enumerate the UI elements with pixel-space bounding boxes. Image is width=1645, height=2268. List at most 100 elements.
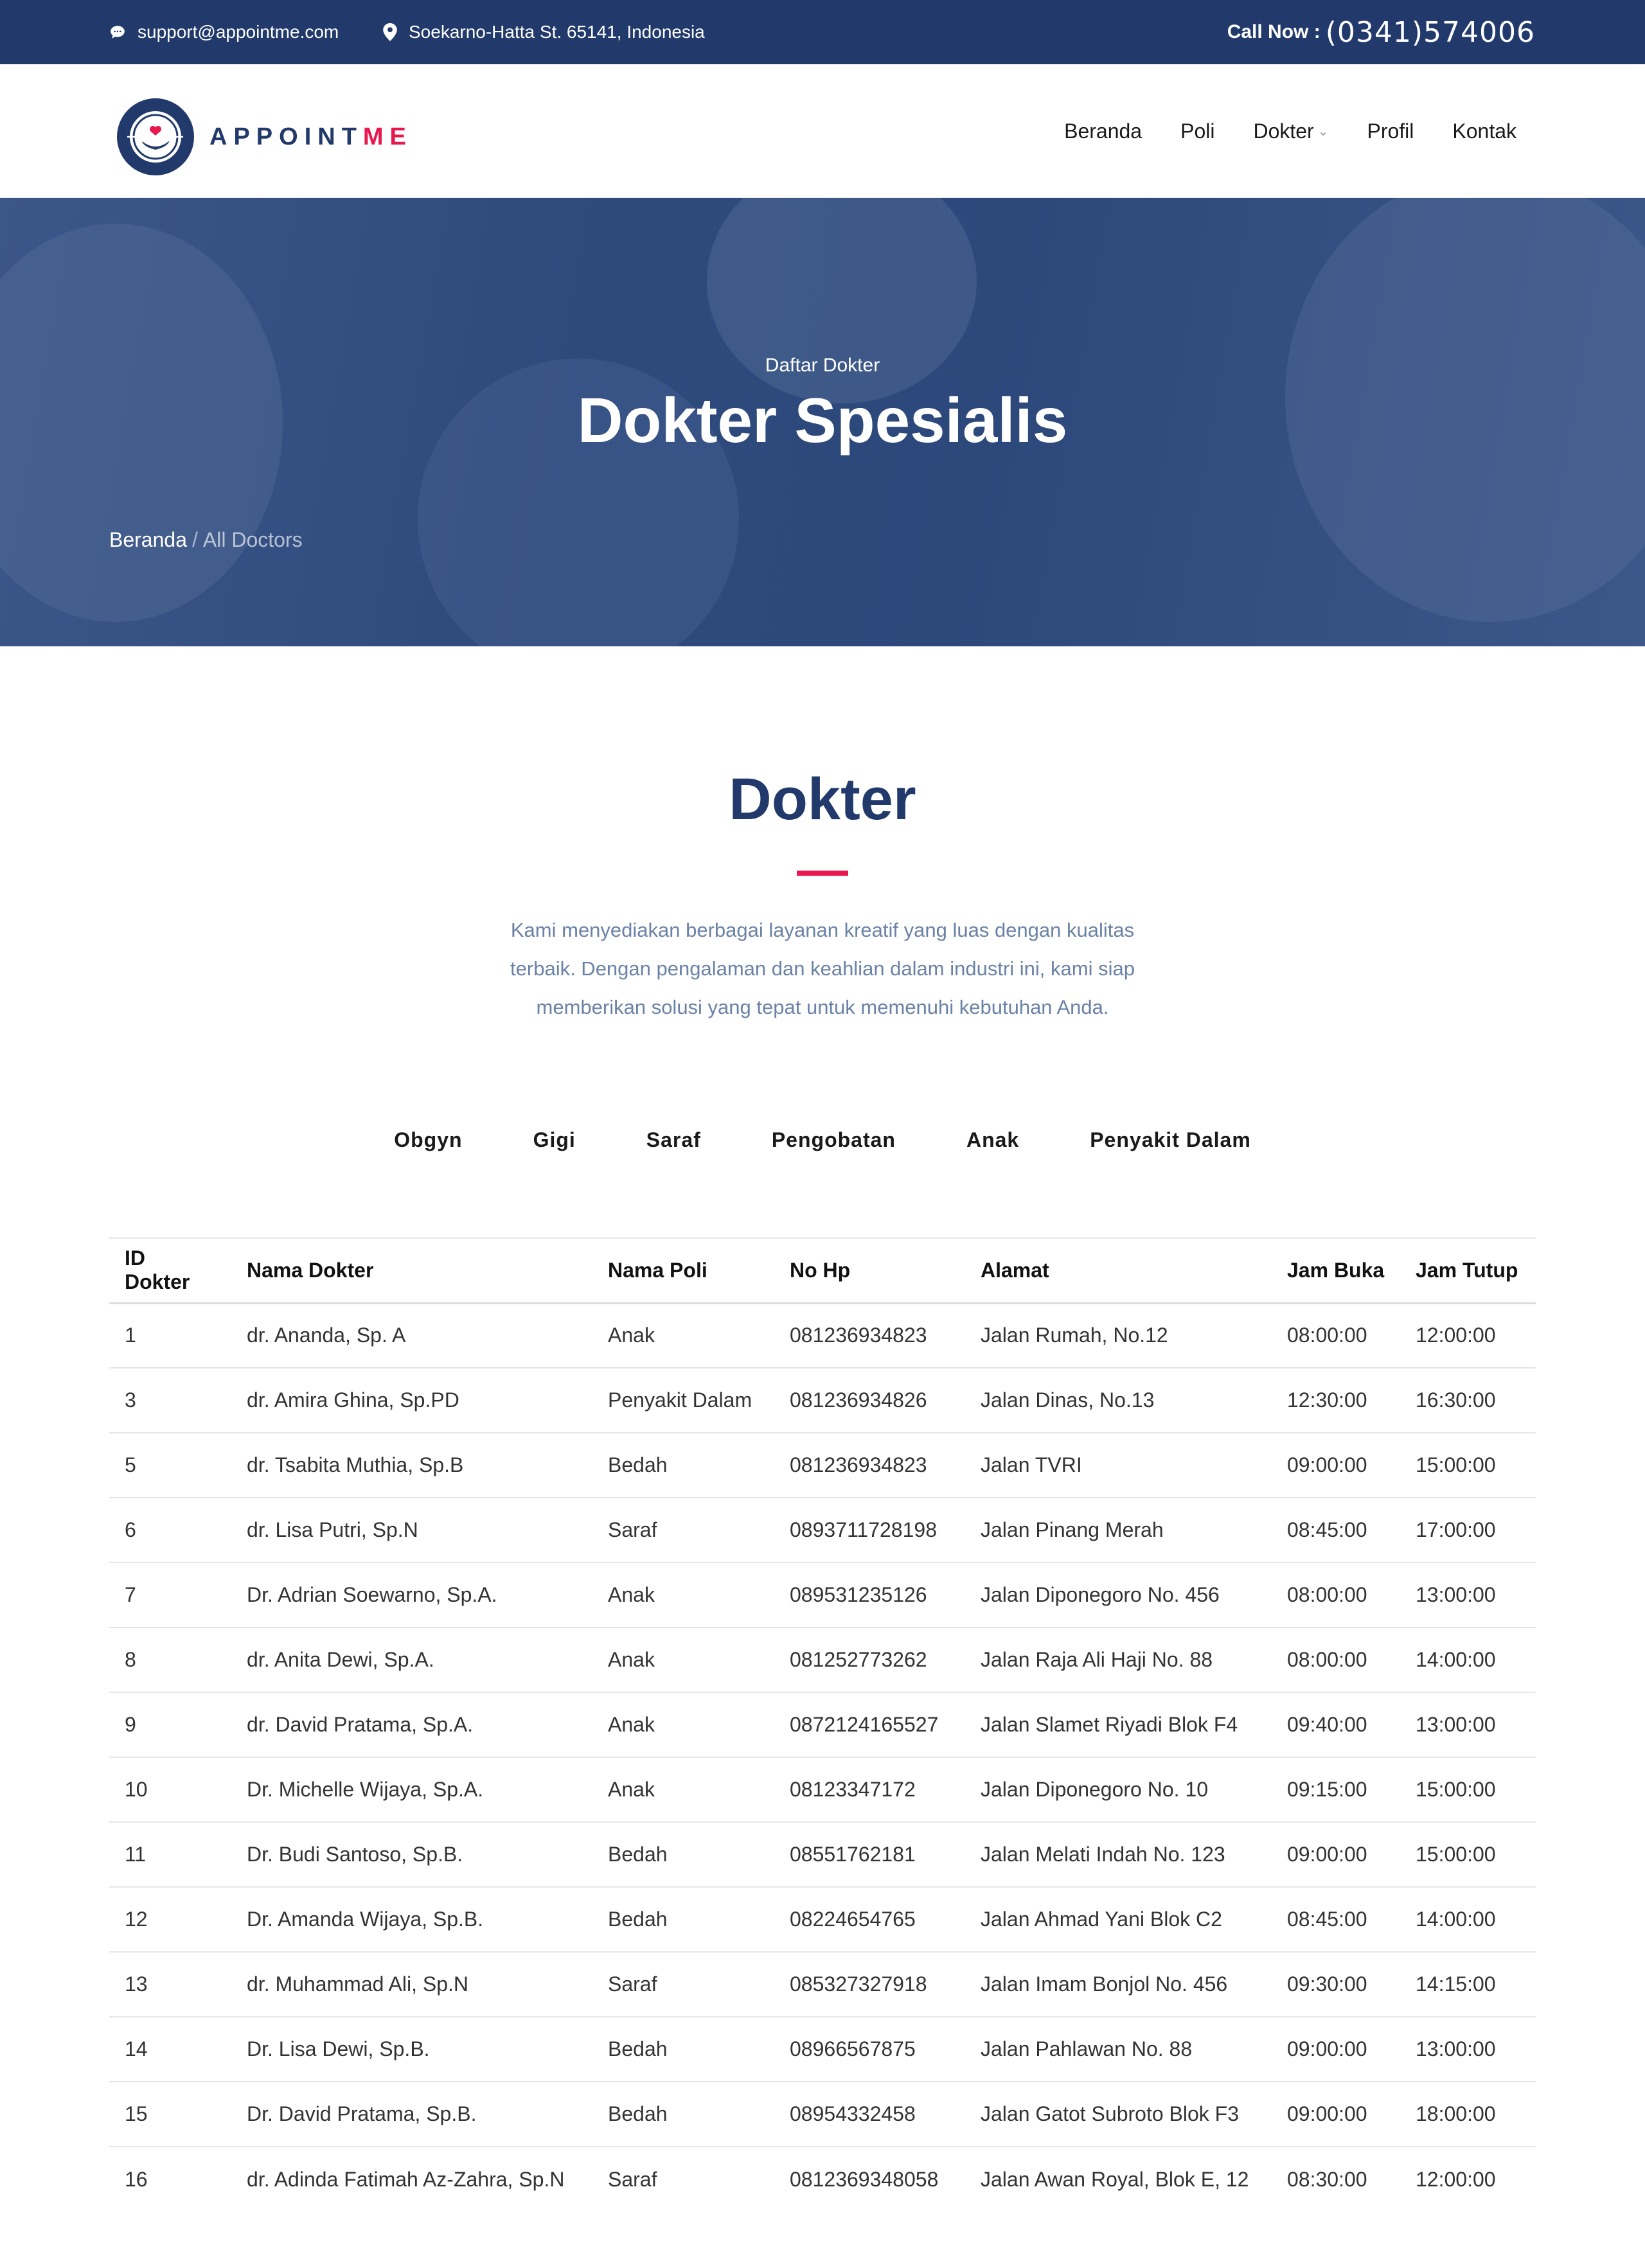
table-cell: 081236934823	[774, 1302, 965, 1368]
table-cell: Jalan Imam Bonjol No. 456	[965, 1951, 1272, 2017]
table-cell: 14:00:00	[1400, 1886, 1536, 1952]
nav-beranda[interactable]: Beranda	[1064, 120, 1142, 143]
table-cell: Jalan Diponegoro No. 10	[965, 1757, 1272, 1822]
table-cell: dr. David Pratama, Sp.A.	[231, 1692, 592, 1757]
table-cell: 08:00:00	[1272, 1627, 1400, 1692]
filter-saraf[interactable]: Saraf	[646, 1128, 701, 1152]
filter-obgyn[interactable]: Obgyn	[394, 1128, 462, 1152]
breadcrumb-home[interactable]: Beranda	[109, 528, 187, 551]
table-cell: 5	[109, 1432, 231, 1498]
table-cell: dr. Amira Ghina, Sp.PD	[231, 1367, 592, 1433]
table-cell: 0812369348058	[774, 2146, 965, 2211]
table-cell: dr. Muhammad Ali, Sp.N	[231, 1951, 592, 2017]
table-cell: 15:00:00	[1400, 1432, 1536, 1498]
table-cell: 13:00:00	[1400, 2016, 1536, 2082]
header-row: ID Dokter Nama Dokter Nama Poli No Hp Al…	[109, 1237, 1536, 1304]
table-cell: 09:00:00	[1272, 2016, 1400, 2082]
table-cell: 12:00:00	[1400, 2146, 1536, 2211]
table-cell: Anak	[592, 1562, 774, 1627]
table-cell: Jalan Gatot Subroto Blok F3	[965, 2081, 1272, 2147]
table-cell: Penyakit Dalam	[592, 1367, 774, 1433]
email-contact[interactable]: support@appointme.com	[109, 0, 339, 64]
table-cell: Jalan Rumah, No.12	[965, 1302, 1272, 1368]
table-cell: dr. Lisa Putri, Sp.N	[231, 1497, 592, 1563]
table-cell: 0872124165527	[774, 1692, 965, 1757]
table-cell: 15	[109, 2081, 231, 2147]
table-cell: 14:15:00	[1400, 1951, 1536, 2017]
table-cell: 16:30:00	[1400, 1367, 1536, 1433]
table-row: 7 Dr. Adrian Soewarno, Sp.A. Anak 089531235…	[109, 1562, 1536, 1627]
table-cell: 14	[109, 2016, 231, 2082]
call-number[interactable]: (0341)574006	[1326, 16, 1535, 49]
table-row: 1 dr. Ananda, Sp. A Anak 081236934823 Jalan …	[109, 1302, 1536, 1368]
site-logo[interactable]: APPOINTME	[116, 97, 413, 177]
table-cell: Jalan Raja Ali Haji No. 88	[965, 1627, 1272, 1692]
table-cell: 09:30:00	[1272, 1951, 1400, 2017]
title-underline	[797, 871, 848, 876]
filter-pengobatan[interactable]: Pengobatan	[772, 1128, 896, 1152]
filter-gigi[interactable]: Gigi	[533, 1128, 576, 1152]
table-cell: Saraf	[592, 2146, 774, 2211]
table-cell: dr. Tsabita Muthia, Sp.B	[231, 1432, 592, 1498]
table-cell: Dr. David Pratama, Sp.B.	[231, 2081, 592, 2147]
section-title: Dokter	[729, 766, 916, 832]
table-cell: 14:00:00	[1400, 1627, 1536, 1692]
table-cell: dr. Anita Dewi, Sp.A.	[231, 1627, 592, 1692]
table-cell: 08:00:00	[1272, 1302, 1400, 1368]
call-now[interactable]: Call Now : (0341)574006	[1227, 0, 1535, 64]
nav-dokter-label: Dokter	[1253, 119, 1314, 143]
nav-kontak[interactable]: Kontak	[1452, 120, 1516, 143]
table-cell: Dr. Adrian Soewarno, Sp.A.	[231, 1562, 592, 1627]
table-cell: Anak	[592, 1627, 774, 1692]
table-cell: 09:40:00	[1272, 1692, 1400, 1757]
table-cell: 08966567875	[774, 2016, 965, 2082]
table-row: 11 Dr. Budi Santoso, Sp.B. Bedah 0855176218…	[109, 1821, 1536, 1887]
table-cell: 17:00:00	[1400, 1497, 1536, 1563]
nav-dokter[interactable]: Dokter ⌄	[1253, 120, 1328, 143]
table-cell: 081252773262	[774, 1627, 965, 1692]
table-cell: Jalan Slamet Riyadi Blok F4	[965, 1692, 1272, 1757]
table-cell: 08551762181	[774, 1821, 965, 1887]
table-cell: Anak	[592, 1692, 774, 1757]
table-cell: 085327327918	[774, 1951, 965, 2017]
table-cell: Saraf	[592, 1497, 774, 1563]
table-row: 16 dr. Adinda Fatimah Az-Zahra, Sp.N Saraf…	[109, 2146, 1536, 2211]
table-cell: Dr. Budi Santoso, Sp.B.	[231, 1821, 592, 1887]
table-cell: 0893711728198	[774, 1497, 965, 1563]
table-cell: 09:00:00	[1272, 2081, 1400, 2147]
chevron-down-icon: ⌄	[1317, 124, 1329, 139]
table-cell: 18:00:00	[1400, 2081, 1536, 2147]
table-cell: 09:00:00	[1272, 1432, 1400, 1498]
table-cell: 11	[109, 1821, 231, 1887]
section-description: Kami menyediakan berbagai layanan kreati…	[510, 919, 1135, 1018]
column-header: Alamat	[965, 1237, 1272, 1304]
logo-text-me: ME	[362, 123, 413, 150]
email-text: support@appointme.com	[138, 22, 339, 42]
table-cell: Bedah	[592, 1432, 774, 1498]
filter-anak[interactable]: Anak	[966, 1128, 1019, 1152]
column-header: ID Dokter	[109, 1237, 231, 1304]
main-nav: Beranda Poli Dokter ⌄ Profil Kontak	[1026, 64, 1516, 198]
top-info-bar: support@appointme.com Soekarno-Hatta St.…	[0, 0, 1645, 64]
table-cell: 081236934826	[774, 1367, 965, 1433]
table-cell: 10	[109, 1757, 231, 1822]
table-cell: 15:00:00	[1400, 1821, 1536, 1887]
table-cell: 08123347172	[774, 1757, 965, 1822]
poli-filter-tabs: Obgyn Gigi Saraf Pengobatan Anak Penyaki…	[0, 1128, 1645, 1152]
table-row: 5 dr. Tsabita Muthia, Sp.B Bedah 0812369348…	[109, 1432, 1536, 1498]
table-cell: Dr. Michelle Wijaya, Sp.A.	[231, 1757, 592, 1822]
table-cell: 09:00:00	[1272, 1821, 1400, 1887]
table-header: ID Dokter Nama Dokter Nama Poli No Hp Al…	[109, 1237, 1536, 1304]
nav-poli[interactable]: Poli	[1180, 120, 1214, 143]
table-cell: 3	[109, 1367, 231, 1433]
table-cell: 1	[109, 1302, 231, 1368]
table-row: 15 Dr. David Pratama, Sp.B. Bedah 089543324…	[109, 2081, 1536, 2147]
address-contact: Soekarno-Hatta St. 65141, Indonesia	[383, 0, 705, 64]
nav-profil[interactable]: Profil	[1367, 120, 1414, 143]
table-cell: dr. Adinda Fatimah Az-Zahra, Sp.N	[231, 2146, 592, 2211]
table-cell: 08954332458	[774, 2081, 965, 2147]
table-row: 13 dr. Muhammad Ali, Sp.N Saraf 08532732791…	[109, 1951, 1536, 2017]
hero-title: Dokter Spesialis	[577, 385, 1068, 456]
filter-penyakit-dalam[interactable]: Penyakit Dalam	[1090, 1128, 1251, 1152]
column-header: Nama Dokter	[231, 1237, 592, 1304]
